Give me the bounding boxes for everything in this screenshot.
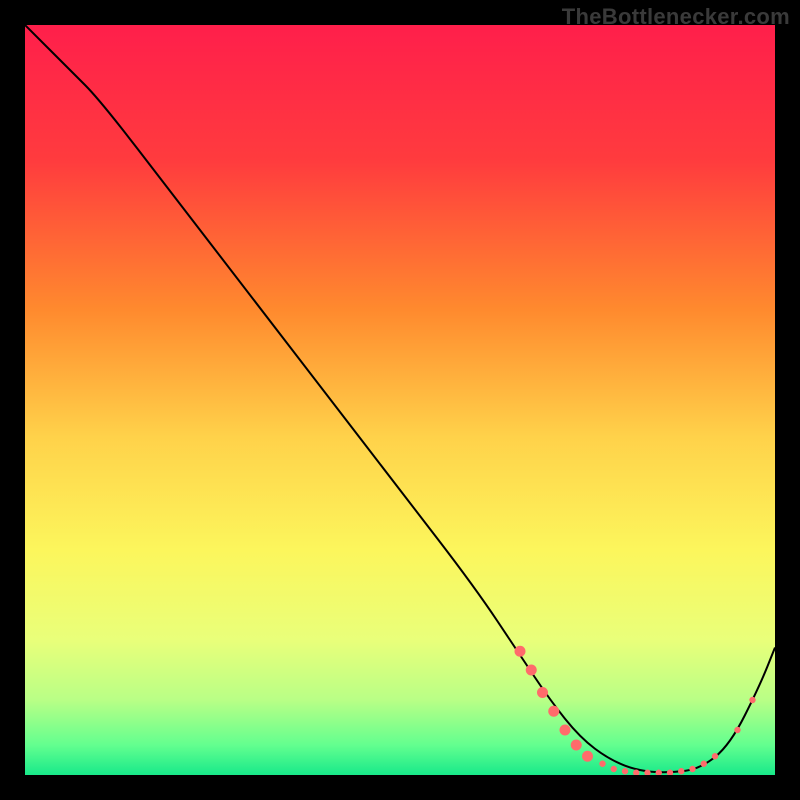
marker-point	[526, 665, 537, 676]
marker-point	[548, 706, 559, 717]
plot-area	[25, 25, 775, 775]
marker-point	[515, 646, 526, 657]
marker-point	[571, 740, 582, 751]
marker-point	[712, 753, 718, 759]
marker-point	[749, 697, 755, 703]
gradient-background	[25, 25, 775, 775]
marker-point	[622, 768, 628, 774]
chart-frame: TheBottlenecker.com	[0, 0, 800, 800]
marker-point	[537, 687, 548, 698]
watermark-text: TheBottlenecker.com	[562, 4, 790, 30]
marker-point	[582, 751, 593, 762]
marker-point	[599, 761, 605, 767]
marker-point	[701, 761, 707, 767]
marker-point	[734, 727, 740, 733]
bottleneck-chart	[25, 25, 775, 775]
marker-point	[689, 766, 695, 772]
marker-point	[678, 768, 684, 774]
marker-point	[611, 766, 617, 772]
marker-point	[560, 725, 571, 736]
